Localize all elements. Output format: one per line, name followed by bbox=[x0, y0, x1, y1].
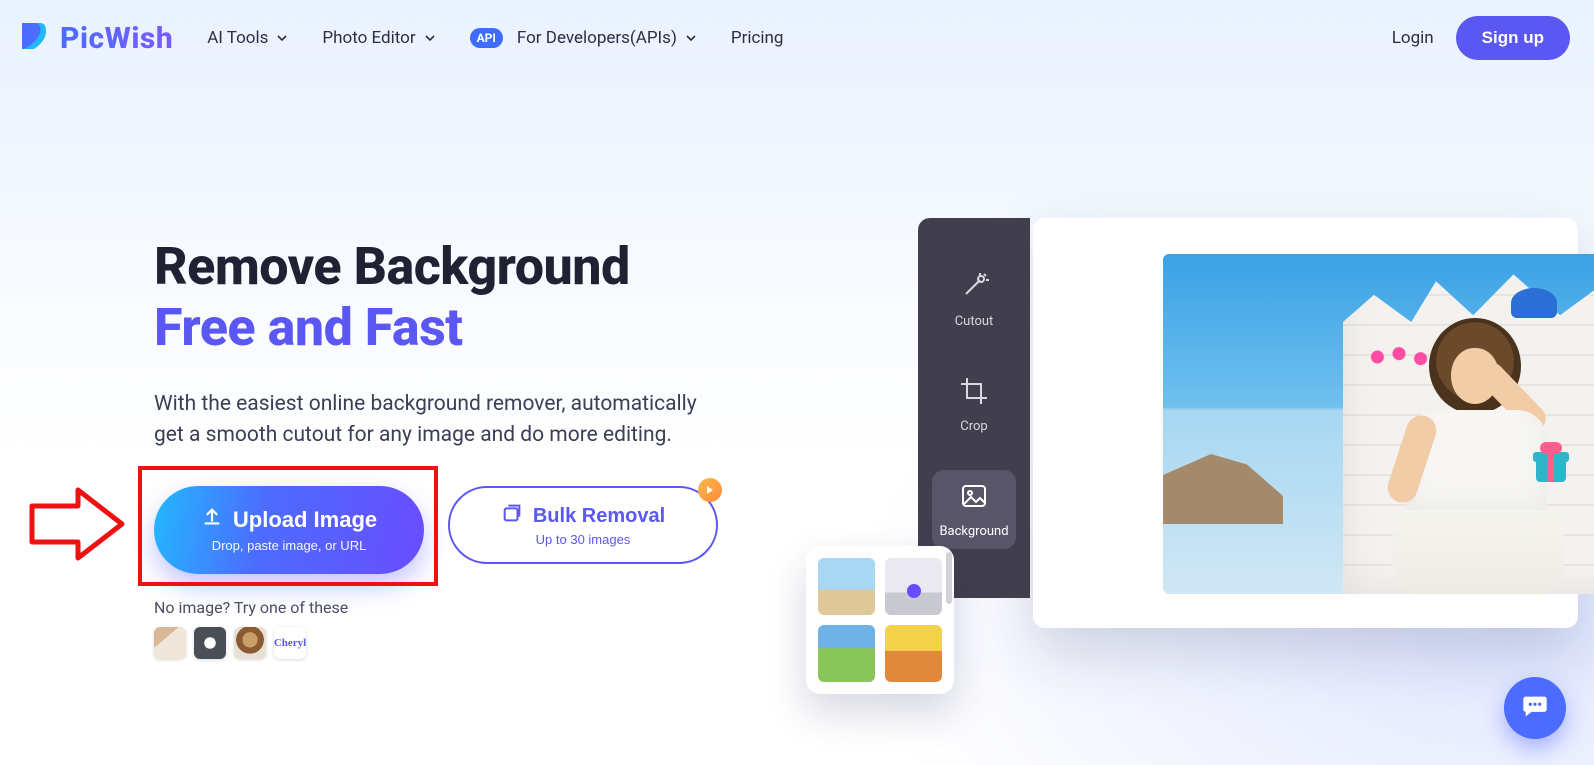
brand[interactable]: PicWish bbox=[16, 19, 173, 57]
crop-icon bbox=[958, 375, 990, 411]
hero-lead: With the easiest online background remov… bbox=[154, 389, 724, 452]
upload-image-button[interactable]: Upload Image Drop, paste image, or URL bbox=[154, 486, 424, 574]
nav-developers[interactable]: API For Developers(APIs) bbox=[470, 28, 697, 48]
upload-image-label: Upload Image bbox=[233, 507, 377, 533]
hero-title-line1: Remove Background bbox=[154, 236, 630, 297]
nav-developers-label: For Developers(APIs) bbox=[517, 28, 677, 48]
sample-thumb-1[interactable] bbox=[154, 627, 186, 659]
chat-fab-button[interactable] bbox=[1504, 677, 1566, 739]
tool-cutout-label: Cutout bbox=[955, 314, 994, 329]
sample-thumbnails: Cheryl bbox=[154, 627, 762, 659]
sample-thumb-2[interactable] bbox=[194, 627, 226, 659]
bg-thumb-3[interactable] bbox=[818, 625, 875, 682]
bg-thumb-2[interactable] bbox=[885, 558, 942, 615]
hero-title-line2: Free and Fast bbox=[154, 297, 762, 358]
bulk-removal-label: Bulk Removal bbox=[533, 505, 665, 528]
gift-icon[interactable] bbox=[1530, 440, 1572, 482]
upload-icon bbox=[201, 506, 223, 534]
background-gallery bbox=[806, 546, 954, 694]
top-nav: PicWish AI Tools Photo Editor API For De… bbox=[0, 0, 1594, 76]
bg-thumb-1[interactable] bbox=[818, 558, 875, 615]
cta-row: Upload Image Drop, paste image, or URL B… bbox=[154, 486, 762, 574]
bulk-icon bbox=[501, 502, 523, 530]
nav-pricing[interactable]: Pricing bbox=[731, 28, 784, 48]
chevron-down-icon bbox=[685, 32, 697, 44]
chevron-down-icon bbox=[424, 32, 436, 44]
editor-preview: Cutout Crop Background bbox=[918, 218, 1558, 648]
tool-background[interactable]: Background bbox=[932, 470, 1016, 549]
upload-image-sub: Drop, paste image, or URL bbox=[212, 538, 367, 553]
signup-button[interactable]: Sign up bbox=[1456, 16, 1570, 60]
bulk-removal-sub: Up to 30 images bbox=[536, 532, 631, 547]
hero-left: Remove Background Free and Fast With the… bbox=[42, 236, 762, 659]
gallery-scrollbar[interactable] bbox=[946, 552, 952, 604]
tool-crop-label: Crop bbox=[960, 419, 987, 434]
tool-crop[interactable]: Crop bbox=[932, 365, 1016, 444]
chevron-down-icon bbox=[276, 32, 288, 44]
magic-wand-icon bbox=[958, 270, 990, 306]
nav-ai-tools[interactable]: AI Tools bbox=[207, 28, 288, 48]
nav-photo-editor-label: Photo Editor bbox=[322, 28, 415, 48]
sample-thumb-3[interactable] bbox=[234, 627, 266, 659]
nav-photo-editor[interactable]: Photo Editor bbox=[322, 28, 435, 48]
bulk-removal-button[interactable]: Bulk Removal Up to 30 images bbox=[448, 486, 718, 564]
bulk-badge-icon bbox=[698, 478, 722, 502]
nav-menu: AI Tools Photo Editor API For Developers… bbox=[207, 28, 783, 48]
sample-thumb-4[interactable]: Cheryl bbox=[274, 627, 306, 659]
editor-toolstrip: Cutout Crop Background bbox=[918, 218, 1030, 598]
preview-frame bbox=[1033, 218, 1578, 628]
tool-cutout[interactable]: Cutout bbox=[932, 260, 1016, 339]
sample-thumb-4-text: Cheryl bbox=[274, 637, 306, 649]
bg-thumb-4[interactable] bbox=[885, 625, 942, 682]
image-icon bbox=[958, 480, 990, 516]
no-image-prompt: No image? Try one of these bbox=[154, 598, 762, 617]
preview-photo bbox=[1163, 254, 1594, 594]
nav-pricing-label: Pricing bbox=[731, 28, 784, 48]
chat-icon bbox=[1521, 692, 1549, 724]
api-badge: API bbox=[470, 28, 503, 48]
brand-logo-icon bbox=[16, 19, 50, 57]
login-link[interactable]: Login bbox=[1392, 28, 1434, 48]
hero-title: Remove Background Free and Fast bbox=[154, 236, 762, 359]
nav-ai-tools-label: AI Tools bbox=[207, 28, 268, 48]
tool-background-label: Background bbox=[939, 524, 1008, 539]
brand-name: PicWish bbox=[60, 21, 173, 56]
